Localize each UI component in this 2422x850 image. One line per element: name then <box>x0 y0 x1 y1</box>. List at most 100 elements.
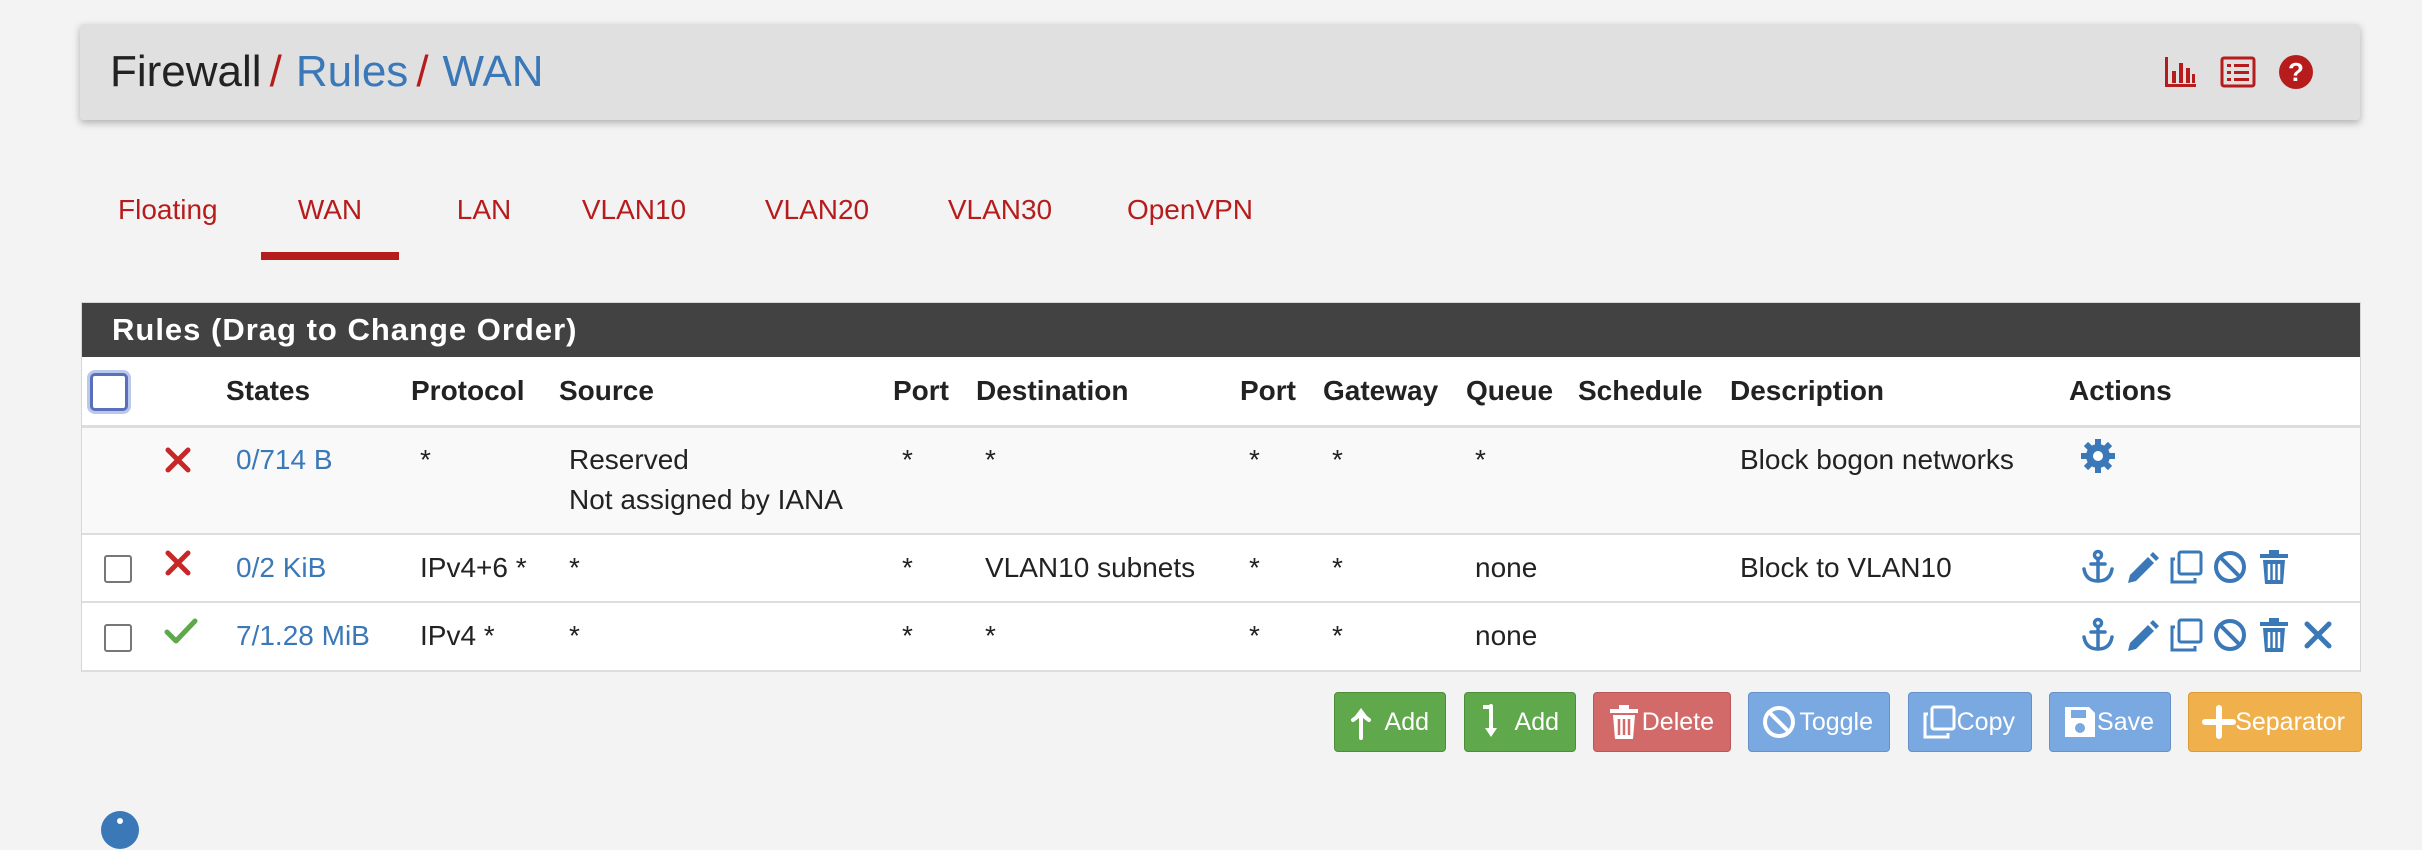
queue-cell: * <box>1475 444 1486 475</box>
header-queue[interactable]: Queue <box>1466 357 1553 425</box>
header-actions: Actions <box>2069 375 2172 406</box>
table-row[interactable]: 0/2 KiB IPv4+6 * * * VLAN10 subnets * * … <box>82 535 2360 603</box>
pencil-icon[interactable] <box>2124 549 2160 585</box>
toggle-label: Toggle <box>1799 708 1873 736</box>
destination-port-cell: * <box>1249 552 1260 583</box>
pencil-icon[interactable] <box>2124 617 2160 653</box>
arrow-up-icon <box>1351 708 1371 740</box>
description-cell: Block to VLAN10 <box>1740 552 1952 583</box>
table-row[interactable]: 7/1.28 MiB IPv4 * * * * * * none <box>82 603 2360 672</box>
toggle-button[interactable]: Toggle <box>1748 692 1890 752</box>
source-port-cell: * <box>902 620 913 651</box>
disable-icon[interactable] <box>2212 617 2248 653</box>
close-icon[interactable] <box>2300 617 2336 653</box>
states-link[interactable]: 0/714 B <box>236 440 333 480</box>
breadcrumb-rules-link[interactable]: Rules <box>296 47 409 96</box>
header-source[interactable]: Source <box>559 357 654 425</box>
breadcrumb-firewall: Firewall <box>110 47 262 96</box>
help-icon[interactable]: ? <box>2278 54 2314 90</box>
disable-icon[interactable] <box>2212 549 2248 585</box>
tab-vlan30[interactable]: VLAN30 <box>938 168 1062 252</box>
delete-button[interactable]: Delete <box>1593 692 1731 752</box>
header-schedule[interactable]: Schedule <box>1578 357 1702 425</box>
page-header: Firewall / Rules / WAN ? <box>80 24 2360 120</box>
destination-cell: * <box>985 620 996 651</box>
source-cell: Reserved <box>569 444 689 475</box>
trash-icon[interactable] <box>2256 549 2292 585</box>
tab-openvpn[interactable]: OpenVPN <box>1120 168 1260 252</box>
queue-cell: none <box>1475 620 1538 651</box>
copy-icon[interactable] <box>2168 617 2204 653</box>
separator-button[interactable]: Separator <box>2188 692 2362 752</box>
breadcrumb-wan-link[interactable]: WAN <box>443 47 544 96</box>
block-icon <box>165 447 191 473</box>
gateway-cell: * <box>1332 552 1343 583</box>
header-gateway[interactable]: Gateway <box>1323 357 1438 425</box>
destination-cell: * <box>985 444 996 475</box>
queue-cell: none <box>1475 552 1538 583</box>
gear-icon[interactable] <box>2080 438 2116 474</box>
table-header: States Protocol Source Port Destination … <box>82 357 2360 428</box>
trash-icon[interactable] <box>2256 617 2292 653</box>
source-port-cell: * <box>902 552 913 583</box>
trash-icon <box>1610 705 1638 739</box>
header-description[interactable]: Description <box>1730 357 1884 425</box>
protocol-cell: IPv4+6 * <box>420 552 527 583</box>
copy-button[interactable]: Copy <box>1908 692 2032 752</box>
row-checkbox[interactable] <box>104 555 132 583</box>
svg-text:?: ? <box>2288 57 2304 87</box>
breadcrumb: Firewall / Rules / WAN <box>110 44 544 100</box>
save-button[interactable]: Save <box>2049 692 2171 752</box>
tab-wan[interactable]: WAN <box>261 168 399 260</box>
rules-panel: Rules (Drag to Change Order) States Prot… <box>81 302 2361 672</box>
disable-icon <box>1763 706 1795 738</box>
anchor-icon[interactable] <box>2080 617 2116 653</box>
tab-vlan20[interactable]: VLAN20 <box>755 168 879 252</box>
save-icon <box>2065 707 2095 737</box>
plus-icon <box>2202 705 2236 739</box>
block-icon <box>165 550 191 576</box>
header-source-port[interactable]: Port <box>893 357 949 425</box>
copy-icon[interactable] <box>2168 549 2204 585</box>
arrow-down-icon <box>1483 704 1497 737</box>
source-cell: * <box>569 552 580 583</box>
destination-port-cell: * <box>1249 620 1260 651</box>
list-icon[interactable] <box>2220 54 2256 90</box>
breadcrumb-separator: / <box>416 47 429 96</box>
states-link[interactable]: 0/2 KiB <box>236 548 326 588</box>
pass-check-icon <box>164 618 198 644</box>
protocol-cell: IPv4 * <box>420 620 495 651</box>
add-bottom-button[interactable]: Add <box>1464 692 1576 752</box>
delete-label: Delete <box>1641 708 1714 736</box>
destination-cell: VLAN10 subnets <box>985 552 1196 583</box>
tab-vlan10[interactable]: VLAN10 <box>572 168 696 252</box>
select-all-checkbox[interactable] <box>90 373 128 411</box>
source-port-cell: * <box>902 444 913 475</box>
header-destination[interactable]: Destination <box>976 357 1128 425</box>
source-cell: * <box>569 620 580 651</box>
anchor-icon[interactable] <box>2080 549 2116 585</box>
tab-floating[interactable]: Floating <box>118 168 218 252</box>
header-destination-port[interactable]: Port <box>1240 357 1296 425</box>
gateway-cell: * <box>1332 620 1343 651</box>
description-cell: Block bogon networks <box>1740 444 2014 475</box>
bar-chart-icon[interactable] <box>2162 54 2198 90</box>
row-checkbox[interactable] <box>104 624 132 652</box>
copy-label: Copy <box>1956 708 2015 736</box>
states-link[interactable]: 7/1.28 MiB <box>236 616 370 656</box>
gateway-cell: * <box>1332 444 1343 475</box>
tab-lan[interactable]: LAN <box>439 168 529 252</box>
header-protocol[interactable]: Protocol <box>411 357 525 425</box>
info-icon[interactable] <box>100 810 140 850</box>
add-bottom-label: Add <box>1514 708 1559 736</box>
table-row[interactable]: 0/714 B * Reserved Not assigned by IANA … <box>82 428 2360 535</box>
save-label: Save <box>2097 708 2154 736</box>
source-cell-detail: Not assigned by IANA <box>569 484 843 515</box>
copy-icon <box>1923 705 1956 739</box>
protocol-cell: * <box>420 444 431 475</box>
add-top-button[interactable]: Add <box>1334 692 1446 752</box>
breadcrumb-separator: / <box>269 47 282 96</box>
add-top-label: Add <box>1384 708 1429 736</box>
header-states[interactable]: States <box>226 357 310 425</box>
panel-title: Rules (Drag to Change Order) <box>82 303 2360 357</box>
